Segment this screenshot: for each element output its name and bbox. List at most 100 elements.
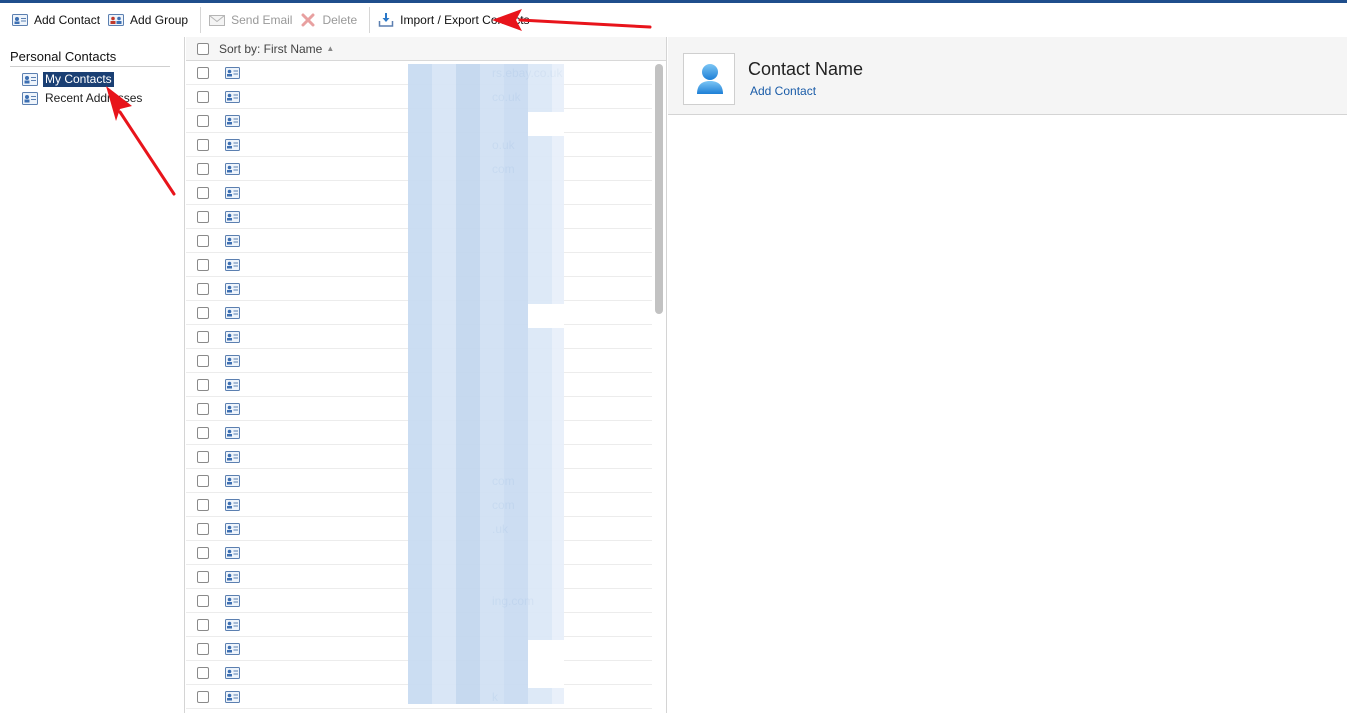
import-export-label: Import / Export Contacts <box>400 13 530 27</box>
contact-email[interactable]: co.uk <box>492 90 521 104</box>
avatar <box>683 53 735 105</box>
row-checkbox[interactable] <box>197 258 209 271</box>
table-row[interactable] <box>186 325 652 349</box>
row-checkbox[interactable] <box>197 162 209 175</box>
table-row[interactable]: com <box>186 493 652 517</box>
group-icon <box>108 13 125 27</box>
list-scrollbar[interactable] <box>655 64 663 314</box>
contact-email[interactable]: k <box>492 690 498 704</box>
row-checkbox[interactable] <box>197 114 209 127</box>
row-checkbox[interactable] <box>197 378 209 391</box>
contact-card-icon <box>225 162 240 175</box>
table-row[interactable] <box>186 541 652 565</box>
table-row[interactable] <box>186 637 652 661</box>
add-group-button[interactable]: Add Group <box>106 8 194 32</box>
contact-card-icon <box>225 282 240 295</box>
contact-card-icon <box>225 426 240 439</box>
download-icon <box>378 13 394 27</box>
folder-label: Recent Addresses <box>45 91 143 105</box>
table-row[interactable]: rs.ebay.co.uk <box>186 61 652 85</box>
table-row[interactable]: k <box>186 685 652 709</box>
add-contact-link[interactable]: Add Contact <box>750 84 816 98</box>
send-email-button[interactable]: Send Email <box>207 8 298 32</box>
contact-email[interactable]: com <box>492 162 515 176</box>
row-checkbox[interactable] <box>197 666 209 679</box>
row-checkbox[interactable] <box>197 642 209 655</box>
contact-card-icon <box>225 642 240 655</box>
row-checkbox[interactable] <box>197 402 209 415</box>
table-row[interactable] <box>186 661 652 685</box>
row-checkbox[interactable] <box>197 210 209 223</box>
contact-email[interactable]: com <box>492 474 515 488</box>
contact-card-icon <box>225 498 240 511</box>
row-checkbox[interactable] <box>197 330 209 343</box>
table-row[interactable] <box>186 397 652 421</box>
sort-by-button[interactable]: Sort by: First Name <box>219 42 322 56</box>
add-group-label: Add Group <box>130 13 189 27</box>
add-contact-button[interactable]: Add Contact <box>10 8 106 32</box>
table-row[interactable]: com <box>186 157 652 181</box>
table-row[interactable] <box>186 421 652 445</box>
contact-name: Contact Name <box>748 59 864 79</box>
toolbar: Add Contact Add Group Send Email Delete … <box>0 3 1347 37</box>
contact-rows: rs.ebay.co.uk co.uk o.uk com com com .uk ing.co… <box>186 61 652 709</box>
table-row[interactable] <box>186 613 652 637</box>
delete-button[interactable]: Delete <box>298 8 363 32</box>
folder-my-contacts[interactable]: My Contacts <box>22 72 114 87</box>
table-row[interactable] <box>186 205 652 229</box>
table-row[interactable]: .uk <box>186 517 652 541</box>
row-checkbox[interactable] <box>197 90 209 103</box>
folder-recent-addresses[interactable]: Recent Addresses <box>22 91 144 106</box>
row-checkbox[interactable] <box>197 354 209 367</box>
send-email-label: Send Email <box>231 13 293 27</box>
table-row[interactable]: o.uk <box>186 133 652 157</box>
table-row[interactable] <box>186 253 652 277</box>
row-checkbox[interactable] <box>197 546 209 559</box>
contact-card-icon <box>225 378 240 391</box>
contact-email[interactable]: rs.ebay.co.uk <box>492 66 562 80</box>
contact-card-icon <box>225 210 240 223</box>
table-row[interactable]: com <box>186 469 652 493</box>
table-row[interactable] <box>186 565 652 589</box>
row-checkbox[interactable] <box>197 474 209 487</box>
blur-gap <box>528 112 564 136</box>
contact-email[interactable]: .uk <box>492 522 508 536</box>
row-checkbox[interactable] <box>197 522 209 535</box>
table-row[interactable] <box>186 373 652 397</box>
list-header: Sort by: First Name ▲ <box>186 37 666 61</box>
row-checkbox[interactable] <box>197 138 209 151</box>
row-checkbox[interactable] <box>197 594 209 607</box>
table-row[interactable]: ing.com <box>186 589 652 613</box>
table-row[interactable] <box>186 349 652 373</box>
row-checkbox[interactable] <box>197 306 209 319</box>
table-row[interactable] <box>186 445 652 469</box>
row-checkbox[interactable] <box>197 282 209 295</box>
row-checkbox[interactable] <box>197 690 209 703</box>
row-checkbox[interactable] <box>197 66 209 79</box>
table-row[interactable]: co.uk <box>186 85 652 109</box>
table-row[interactable] <box>186 229 652 253</box>
row-checkbox[interactable] <box>197 426 209 439</box>
contact-card-icon <box>225 114 240 127</box>
contact-email[interactable]: o.uk <box>492 138 515 152</box>
contact-email[interactable]: com <box>492 498 515 512</box>
table-row[interactable] <box>186 277 652 301</box>
row-checkbox[interactable] <box>197 186 209 199</box>
contact-header: Contact Name Add Contact <box>668 37 1347 115</box>
address-book-icon <box>22 73 38 86</box>
table-row[interactable] <box>186 301 652 325</box>
contact-card-icon <box>12 13 28 27</box>
contact-card-icon <box>225 90 240 103</box>
import-export-button[interactable]: Import / Export Contacts <box>376 8 535 32</box>
table-row[interactable] <box>186 109 652 133</box>
contact-email[interactable]: ing.com <box>492 594 534 608</box>
row-checkbox[interactable] <box>197 450 209 463</box>
personal-contacts-heading: Personal Contacts <box>10 49 170 67</box>
row-checkbox[interactable] <box>197 498 209 511</box>
row-checkbox[interactable] <box>197 234 209 247</box>
envelope-icon <box>209 13 226 27</box>
row-checkbox[interactable] <box>197 618 209 631</box>
table-row[interactable] <box>186 181 652 205</box>
select-all-checkbox[interactable] <box>197 42 209 55</box>
row-checkbox[interactable] <box>197 570 209 583</box>
